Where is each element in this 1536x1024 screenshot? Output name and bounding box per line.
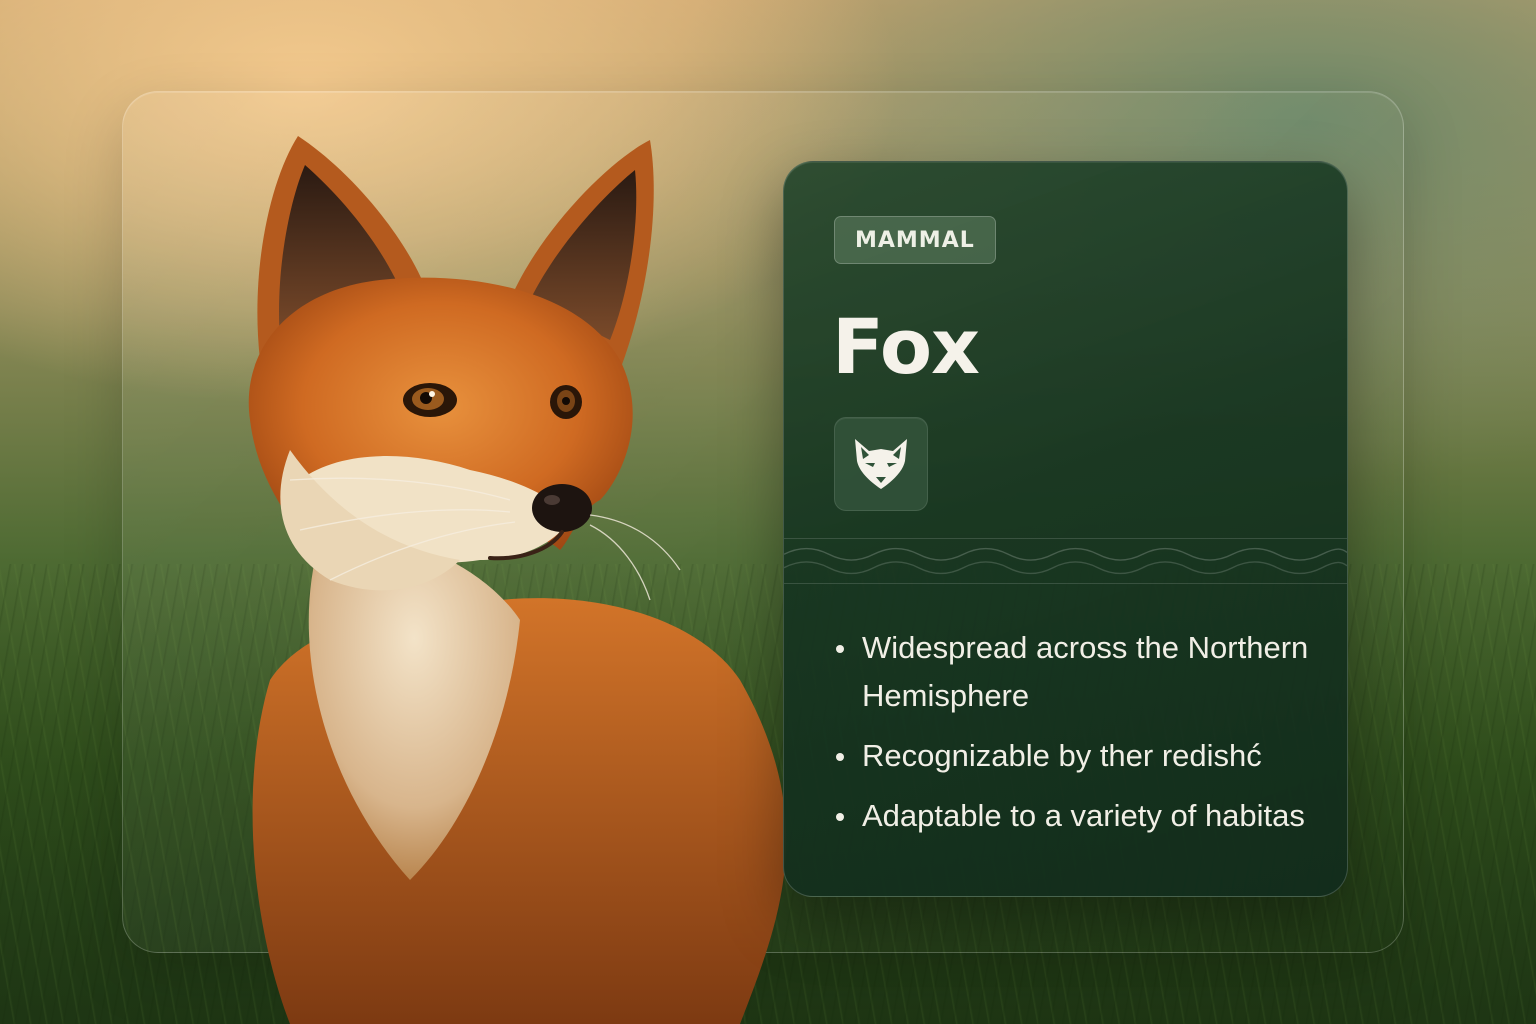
category-badge: MAMMAL: [834, 216, 996, 264]
facts-list: Widespread across the Northern Hemispher…: [834, 624, 1334, 852]
animal-icon-tile: [834, 417, 928, 511]
animal-info-panel: MAMMAL Fox Widespread across the Norther…: [783, 161, 1348, 897]
fact-item: Recognizable by ther redishć: [834, 732, 1334, 780]
fox-photo: [180, 120, 800, 1024]
wave-divider: [784, 538, 1347, 584]
animal-title: Fox: [832, 302, 980, 391]
fox-face-icon: [855, 439, 907, 489]
fact-item: Widespread across the Northern Hemispher…: [834, 624, 1334, 720]
fact-item: Adaptable to a variety of habitas: [834, 792, 1334, 840]
